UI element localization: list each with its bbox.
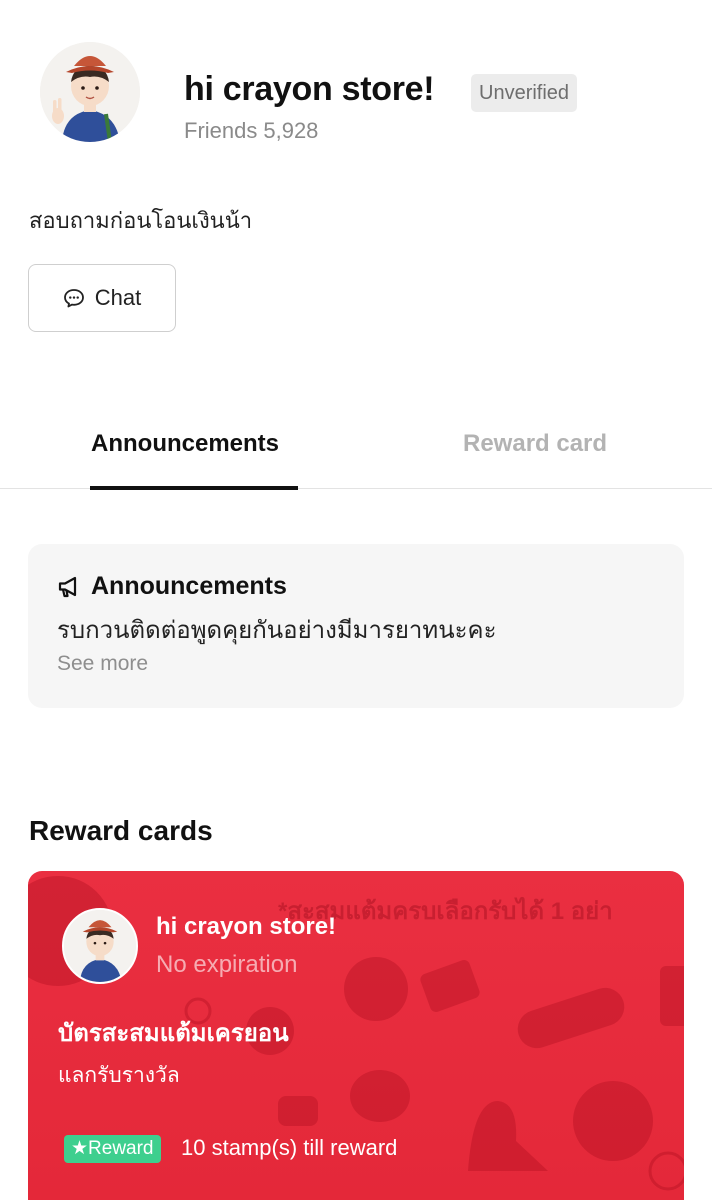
profile-name: hi crayon store! — [184, 70, 435, 108]
chat-button[interactable]: Chat — [28, 264, 176, 332]
reward-card-subtitle: แลกรับรางวัล — [58, 1064, 180, 1087]
avatar-illustration — [64, 910, 136, 982]
megaphone-icon — [58, 576, 77, 598]
reward-card[interactable]: *สะสมแต้มครบเลือกรับได้ 1 อย่า hi crayon… — [28, 871, 684, 1200]
reward-card-title: บัตรสะสมแต้มเครยอน — [58, 1020, 289, 1047]
verification-badge: Unverified — [471, 74, 578, 112]
avatar[interactable] — [40, 42, 140, 142]
tab-announcements[interactable]: Announcements — [91, 430, 279, 458]
reward-card-avatar — [62, 908, 138, 984]
announcement-text: รบกวนติดต่อพูดคุยกันอย่างมีมารยาทนะคะ — [57, 617, 497, 644]
reward-cards-heading: Reward cards — [29, 815, 213, 846]
announcement-title: Announcements — [91, 572, 287, 600]
friends-label: Friends — [184, 118, 258, 143]
tab-active-indicator — [90, 486, 298, 490]
friends-number: 5,928 — [263, 118, 319, 143]
reward-tag: ★Reward — [64, 1135, 161, 1163]
stamps-remaining: 10 stamp(s) till reward — [181, 1135, 398, 1160]
chat-button-label: Chat — [94, 285, 142, 310]
status-message: สอบถามก่อนโอนเงินน้า — [29, 208, 253, 233]
chat-bubble-icon — [63, 289, 84, 308]
friends-count: Friends 5,928 — [184, 118, 318, 144]
tab-reward-card[interactable]: Reward card — [463, 430, 607, 458]
reward-card-expiry: No expiration — [156, 951, 298, 978]
see-more-link[interactable]: See more — [57, 652, 148, 676]
avatar-illustration — [40, 42, 140, 142]
reward-card-store-name: hi crayon store! — [156, 913, 337, 940]
